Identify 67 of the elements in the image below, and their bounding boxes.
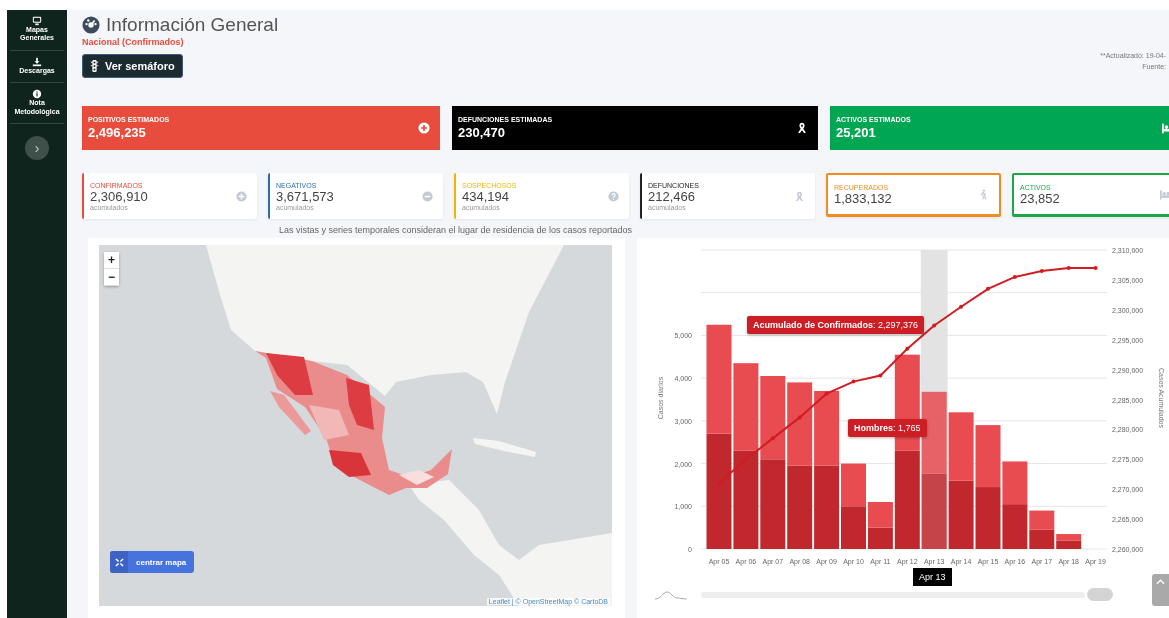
bar[interactable] [1056,534,1082,541]
collapse-arrows-icon [114,557,124,567]
download-icon [32,56,42,67]
question-circle-icon [608,190,619,202]
line-point[interactable] [1039,268,1044,273]
scroll-to-top-button[interactable] [1152,574,1169,606]
bar[interactable] [760,459,786,549]
line-point[interactable] [932,323,937,328]
page-subtitle: Nacional (Confirmados) [82,37,184,47]
page-title: Información General [106,14,279,36]
bar[interactable] [948,412,974,481]
bar[interactable] [787,465,813,549]
bar[interactable] [1002,504,1028,549]
bar[interactable] [733,450,759,549]
bar[interactable] [706,433,732,549]
bar[interactable] [894,450,920,549]
line-point[interactable] [905,346,910,351]
ribbon-icon [794,190,805,202]
walking-person-icon [978,189,989,200]
line-point[interactable] [959,304,964,309]
summary-value: 212,466 [648,188,696,204]
estimate-value: 25,201 [836,125,877,140]
monitor-icon [32,16,42,26]
summary-value: 3,671,573 [276,188,334,204]
bar[interactable] [1029,510,1055,530]
plus-circle-icon [418,122,430,134]
summary-value: 434,194 [462,188,510,204]
line-point[interactable] [851,379,856,384]
line-point[interactable] [1012,274,1017,279]
range-sparkline-icon [655,590,687,600]
range-handle[interactable] [1087,588,1113,601]
line-point[interactable] [986,286,990,291]
chevron-up-icon [1156,579,1165,585]
estimate-value: 2,496,235 [88,125,147,140]
line-point[interactable] [1093,265,1098,270]
summary-value: 1,833,132 [834,190,892,206]
bar[interactable] [1002,461,1028,505]
traffic-light-icon [90,60,99,72]
ribbon-icon [796,122,808,134]
traffic-light-button[interactable]: Ver semáforo [82,54,183,78]
plus-circle-icon [236,190,247,202]
chart-tooltip: Acumulado de Confirmados: 2,297,376 [747,316,925,334]
info-icon [32,89,42,100]
bar[interactable] [760,376,786,460]
minus-circle-icon [422,190,433,202]
line-point[interactable] [1066,265,1071,270]
dashboard-gauge-icon [82,16,100,34]
zoom-out-button[interactable]: − [104,269,119,286]
x-axis-tooltip: Apr 13 [913,568,952,586]
bar[interactable] [814,465,840,549]
line-point[interactable] [878,373,883,378]
residence-note: Las vistas y series temporales consideran el lugar de residencia de los casos reportados [277,225,634,237]
bar[interactable] [733,363,759,451]
estimate-value: 230,470 [458,125,506,140]
bar[interactable] [1056,540,1082,549]
center-map-button[interactable]: centrar mapa [110,551,195,573]
bar[interactable] [787,382,813,466]
bar[interactable] [975,487,1001,549]
chart-tooltip: Hombres: 1,765 [848,419,927,437]
summary-value: 23,852 [1020,190,1060,206]
expand-sidebar-button[interactable]: › [25,135,49,160]
bar[interactable] [867,527,893,549]
summary-value: 2,306,910 [90,188,148,204]
bar[interactable] [814,390,840,466]
bar[interactable] [948,480,974,549]
zoom-in-button[interactable]: + [104,252,119,269]
bar[interactable] [867,502,893,528]
